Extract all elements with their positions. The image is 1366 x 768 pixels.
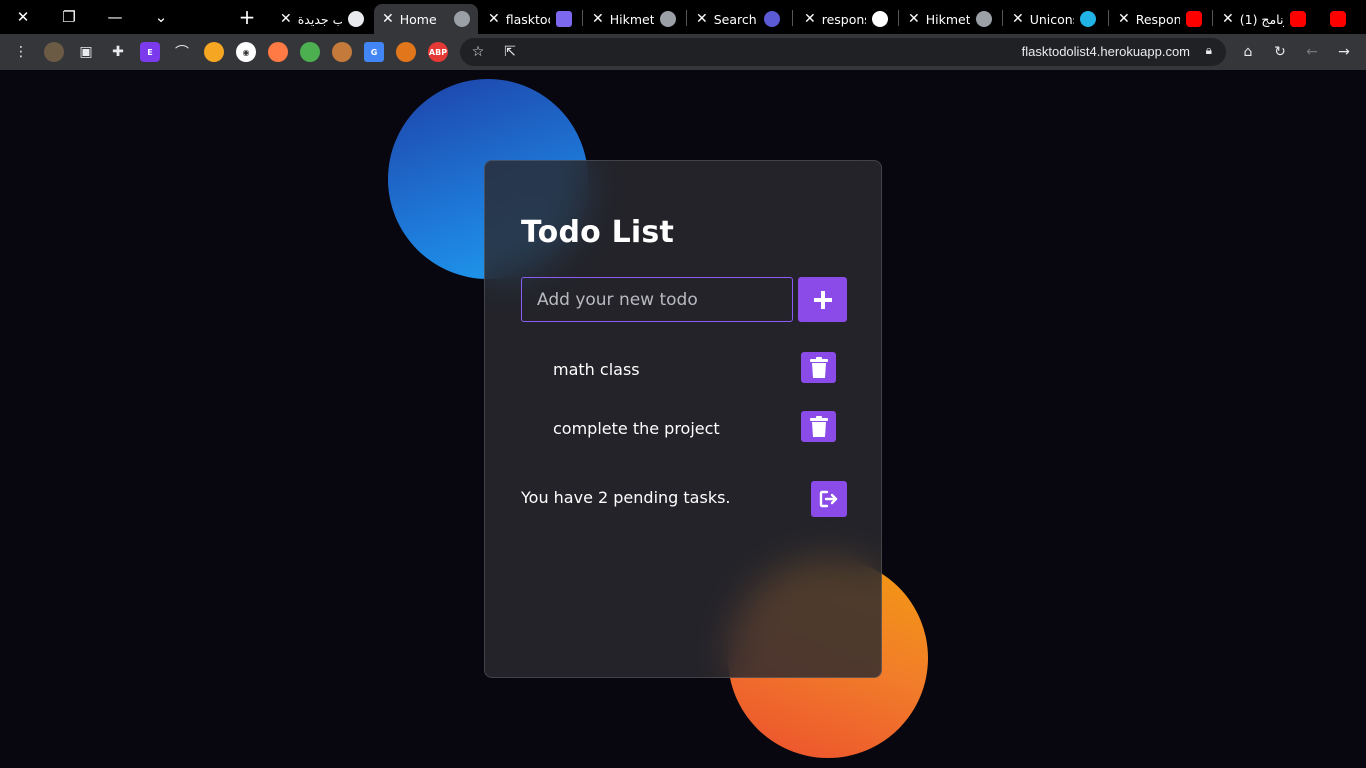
tab-7[interactable]: ✕ Unicons [1004, 4, 1104, 34]
close-tab-icon[interactable]: ✕ [488, 11, 500, 27]
tab-strip: ✕ ❐ — ⌄ + ✕ علامة تبويب جديدة ✕ Home ✕ f… [0, 0, 1366, 34]
restore-window-button[interactable]: ❐ [46, 0, 92, 34]
extension-cookie-icon[interactable] [332, 42, 352, 62]
add-todo-button[interactable] [798, 277, 847, 322]
lock-icon: 🔒︎ [1205, 43, 1212, 57]
close-tab-icon[interactable]: ✕ [908, 11, 920, 27]
tab-3[interactable]: ✕ Hikmet [584, 4, 684, 34]
globe-icon [454, 11, 470, 27]
tab-10[interactable] [1318, 4, 1362, 34]
todo-text: complete the project [553, 419, 720, 438]
close-tab-icon[interactable]: ✕ [382, 11, 394, 27]
chrome-icon [348, 11, 364, 27]
todo-text: math class [553, 360, 640, 379]
todo-card: Todo List math class complete the projec… [484, 160, 882, 678]
sign-out-icon [819, 490, 838, 508]
new-tab-button[interactable]: + [232, 0, 262, 34]
extension-bird-icon[interactable] [204, 42, 224, 62]
side-panel-icon[interactable]: ▣ [74, 40, 98, 64]
close-tab-icon[interactable]: ✕ [280, 11, 292, 27]
tab-1[interactable]: ✕ Home [374, 4, 478, 34]
todo-item: math class [521, 352, 847, 390]
tab-title: responsive [821, 11, 866, 27]
browser-toolbar: ⋮ ▣ ✚ E ⌒ ◉ G ABP ☆ ⇱ flasktodolist4.her… [0, 34, 1366, 70]
page-title: Todo List [521, 215, 675, 250]
tab-0[interactable]: ✕ علامة تبويب جديدة [272, 4, 372, 34]
extension-honey-icon[interactable] [268, 42, 288, 62]
tab-title: Hikmet [925, 11, 970, 27]
extension-colorpick-icon[interactable] [300, 42, 320, 62]
tab-title: Responsive [1135, 11, 1180, 27]
extension-adblock-icon[interactable]: ABP [428, 42, 448, 62]
tab-title: علامة تبويب جديدة [297, 11, 342, 27]
tab-separator [1108, 10, 1109, 26]
tab-search-button[interactable]: ⌄ [138, 0, 184, 34]
plus-icon [813, 290, 832, 309]
extension-arc-icon[interactable]: ⌒ [170, 40, 194, 64]
heroku-icon [556, 11, 572, 27]
extension-metamask-icon[interactable] [396, 42, 416, 62]
github-icon [872, 11, 888, 27]
close-tab-icon[interactable]: ✕ [1118, 11, 1130, 27]
tab-6[interactable]: ✕ Hikmet [900, 4, 1000, 34]
new-todo-input[interactable] [521, 277, 793, 322]
tab-title: Hikmet [609, 11, 654, 27]
tab-2[interactable]: ✕ flasktodolist4 [480, 4, 580, 34]
tab-separator [582, 10, 583, 26]
tab-4[interactable]: ✕ Search [688, 4, 788, 34]
tab-separator [1212, 10, 1213, 26]
tab-title: flasktodolist4 [505, 11, 550, 27]
globe-icon [976, 11, 992, 27]
close-tab-icon[interactable]: ✕ [696, 11, 708, 27]
tab-separator [898, 10, 899, 26]
page-content: Todo List math class complete the projec… [0, 70, 1366, 768]
tab-title: Unicons [1029, 11, 1074, 27]
logout-button[interactable] [811, 481, 847, 517]
tab-title: Search [713, 11, 757, 27]
address-bar[interactable]: ☆ ⇱ flasktodolist4.herokuapp.com 🔒︎ [460, 38, 1226, 66]
tab-5[interactable]: ✕ responsive [796, 4, 896, 34]
menu-icon[interactable]: ⋮ [9, 40, 33, 64]
close-tab-icon[interactable]: ✕ [1222, 11, 1234, 27]
url-text[interactable]: flasktodolist4.herokuapp.com [1022, 44, 1190, 59]
youtube-icon [1290, 11, 1306, 27]
extension-translate-icon[interactable]: G [364, 42, 384, 62]
forward-icon[interactable]: → [1332, 40, 1356, 64]
delete-todo-button[interactable] [801, 411, 836, 442]
tab-9[interactable]: ✕ (1) برنامج [1214, 4, 1314, 34]
circle-app-icon [764, 11, 780, 27]
minimize-window-button[interactable]: — [92, 0, 138, 34]
youtube-icon [1330, 11, 1346, 27]
tab-title: (1) برنامج [1239, 11, 1284, 27]
close-tab-icon[interactable]: ✕ [592, 11, 604, 27]
extension-grammar-icon[interactable]: ◉ [236, 42, 256, 62]
share-icon[interactable]: ⇱ [498, 40, 522, 64]
tab-separator [686, 10, 687, 26]
close-tab-icon[interactable]: ✕ [804, 11, 816, 27]
home-icon[interactable]: ⌂ [1236, 40, 1260, 64]
extensions-icon[interactable]: ✚ [106, 40, 130, 64]
search-app-icon [1080, 11, 1096, 27]
bookmark-star-icon[interactable]: ☆ [466, 40, 490, 64]
tab-separator [1002, 10, 1003, 26]
todo-item: complete the project [521, 411, 847, 449]
delete-todo-button[interactable] [801, 352, 836, 383]
tab-separator [792, 10, 793, 26]
close-window-button[interactable]: ✕ [0, 0, 46, 34]
close-tab-icon[interactable]: ✕ [1012, 11, 1024, 27]
reload-icon[interactable]: ↻ [1268, 40, 1292, 64]
pending-tasks-text: You have 2 pending tasks. [521, 488, 731, 507]
globe-icon [660, 11, 676, 27]
profile-avatar[interactable] [44, 42, 64, 62]
extension-e-icon[interactable]: E [140, 42, 160, 62]
tab-title: Home [399, 11, 437, 27]
back-icon[interactable]: ← [1300, 40, 1324, 64]
trash-icon [809, 415, 828, 437]
trash-icon [809, 356, 828, 378]
tab-8[interactable]: ✕ Responsive [1110, 4, 1210, 34]
youtube-icon [1186, 11, 1202, 27]
